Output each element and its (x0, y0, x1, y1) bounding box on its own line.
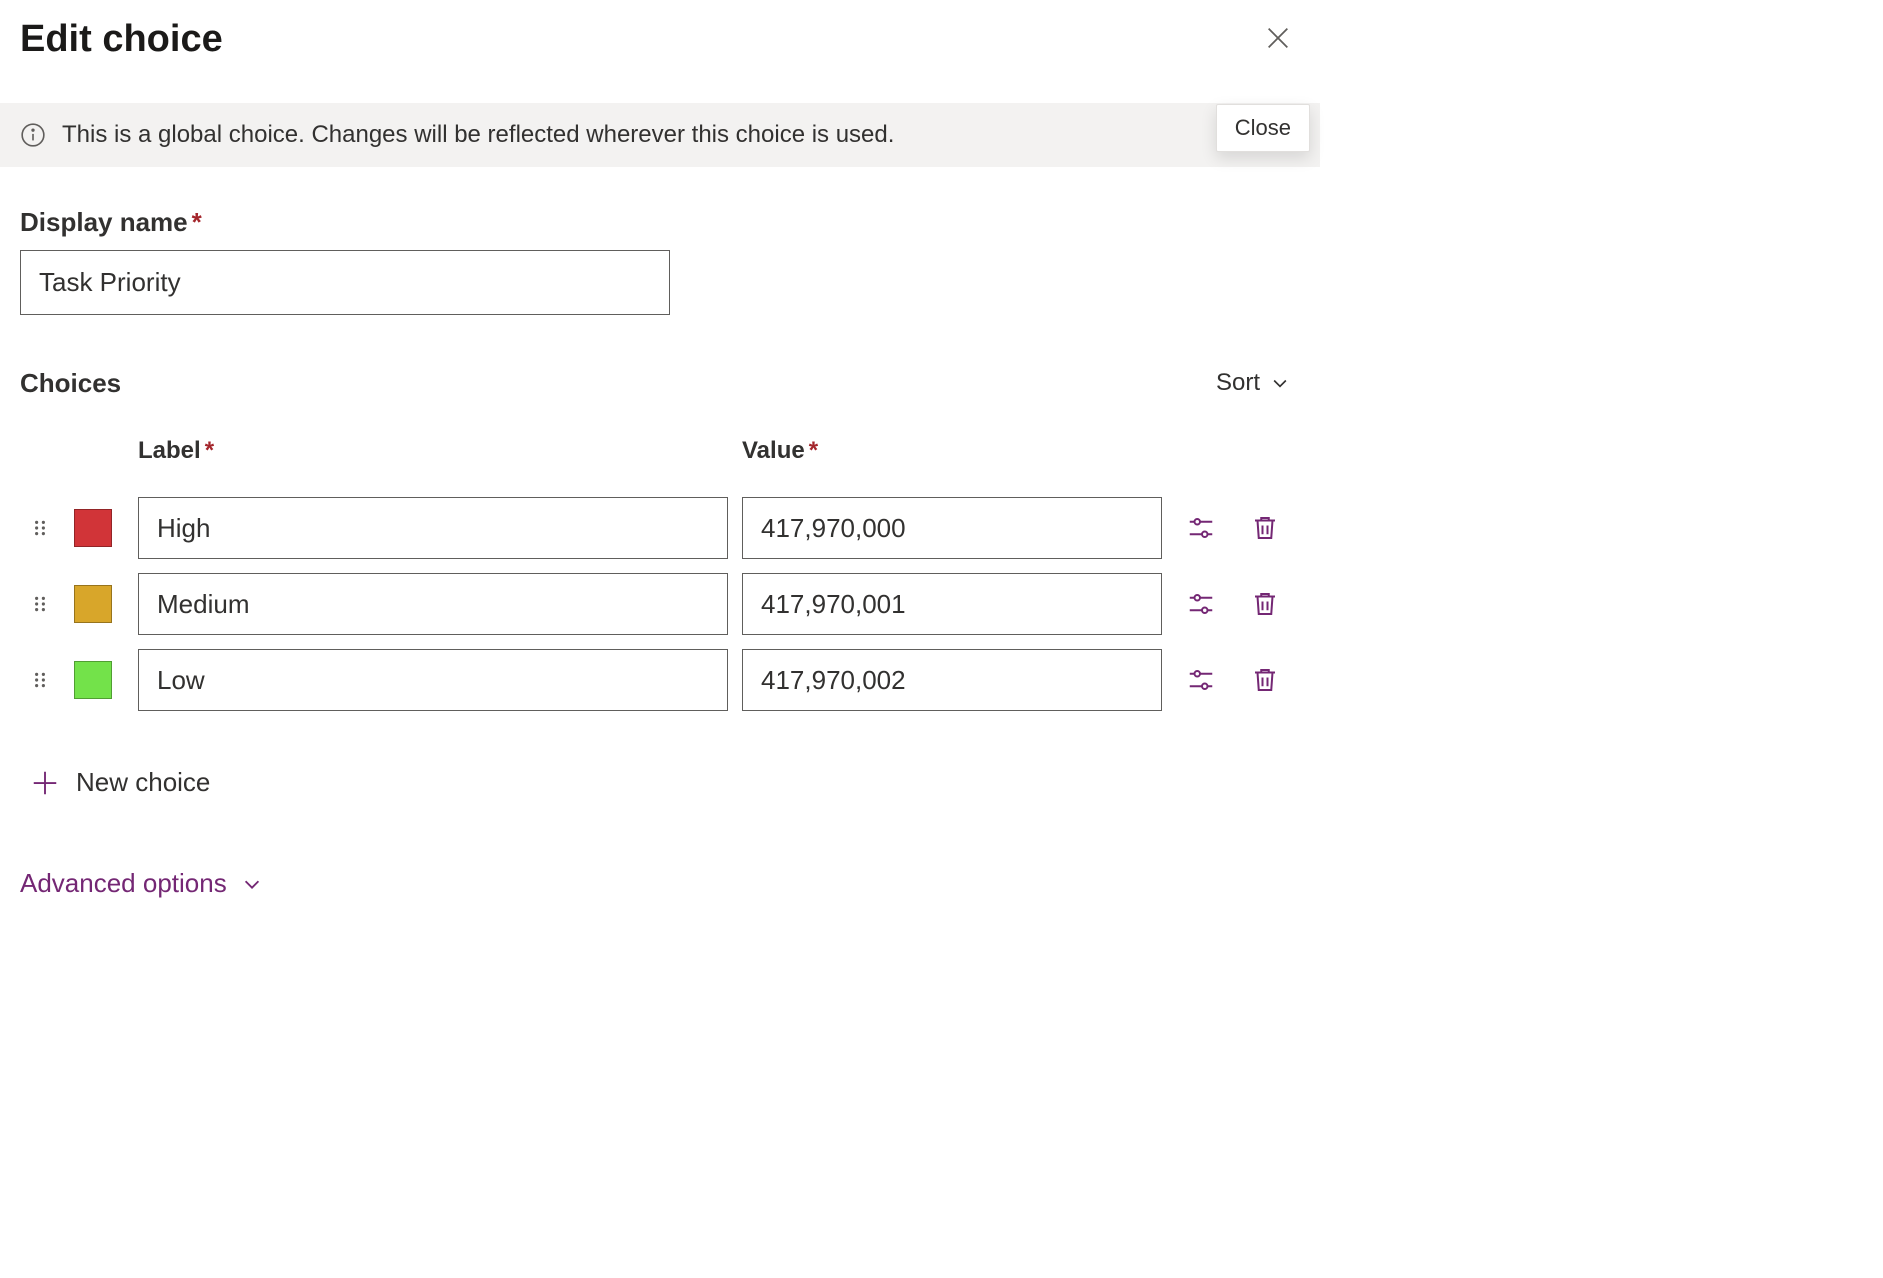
required-asterisk: * (809, 437, 818, 464)
required-asterisk: * (205, 437, 214, 464)
plus-icon (30, 768, 60, 798)
sliders-icon (1186, 665, 1216, 695)
choice-value-input[interactable] (742, 497, 1162, 559)
color-swatch[interactable] (74, 585, 112, 623)
sliders-icon (1186, 513, 1216, 543)
choices-section-header: Choices Sort (20, 363, 1300, 403)
color-swatch[interactable] (74, 661, 112, 699)
edit-choice-panel: Edit choice Close This is a global choic… (0, 0, 1320, 921)
choice-settings-button[interactable] (1176, 585, 1226, 623)
sliders-icon (1186, 589, 1216, 619)
drag-handle[interactable] (20, 519, 60, 537)
grip-icon (31, 595, 49, 613)
sort-button[interactable]: Sort (1206, 363, 1300, 403)
new-choice-label: New choice (76, 767, 210, 798)
chevron-down-icon (1270, 373, 1290, 393)
choice-delete-button[interactable] (1240, 509, 1290, 547)
new-choice-button[interactable]: New choice (20, 759, 220, 806)
choice-settings-button[interactable] (1176, 509, 1226, 547)
display-name-label: Display name* (20, 207, 1300, 238)
drag-handle[interactable] (20, 595, 60, 613)
choice-label-input[interactable] (138, 573, 728, 635)
panel-header: Edit choice Close (20, 16, 1300, 63)
close-tooltip: Close (1216, 104, 1310, 152)
close-button[interactable] (1256, 16, 1300, 63)
info-icon (20, 122, 46, 148)
choice-value-input[interactable] (742, 649, 1162, 711)
advanced-options-button[interactable]: Advanced options (20, 862, 263, 905)
grip-icon (31, 519, 49, 537)
required-asterisk: * (192, 207, 202, 237)
choices-grid: Label* Value* (20, 427, 1300, 711)
info-message-bar: This is a global choice. Changes will be… (0, 103, 1320, 167)
panel-title: Edit choice (20, 18, 223, 61)
advanced-options-label: Advanced options (20, 868, 227, 899)
choice-label-input[interactable] (138, 649, 728, 711)
sort-button-label: Sort (1216, 369, 1260, 397)
drag-handle[interactable] (20, 671, 60, 689)
trash-icon (1250, 513, 1280, 543)
chevron-down-icon (241, 873, 263, 895)
choice-delete-button[interactable] (1240, 661, 1290, 699)
choice-delete-button[interactable] (1240, 585, 1290, 623)
choices-section-label: Choices (20, 368, 121, 399)
choice-label-input[interactable] (138, 497, 728, 559)
display-name-input[interactable] (20, 250, 670, 315)
column-header-label: Label* (138, 427, 728, 483)
info-message-text: This is a global choice. Changes will be… (62, 121, 894, 149)
choice-value-input[interactable] (742, 573, 1162, 635)
trash-icon (1250, 665, 1280, 695)
close-icon (1264, 24, 1292, 52)
display-name-field: Display name* (20, 207, 1300, 315)
trash-icon (1250, 589, 1280, 619)
color-swatch[interactable] (74, 509, 112, 547)
grip-icon (31, 671, 49, 689)
column-header-value: Value* (742, 427, 1162, 483)
choice-settings-button[interactable] (1176, 661, 1226, 699)
